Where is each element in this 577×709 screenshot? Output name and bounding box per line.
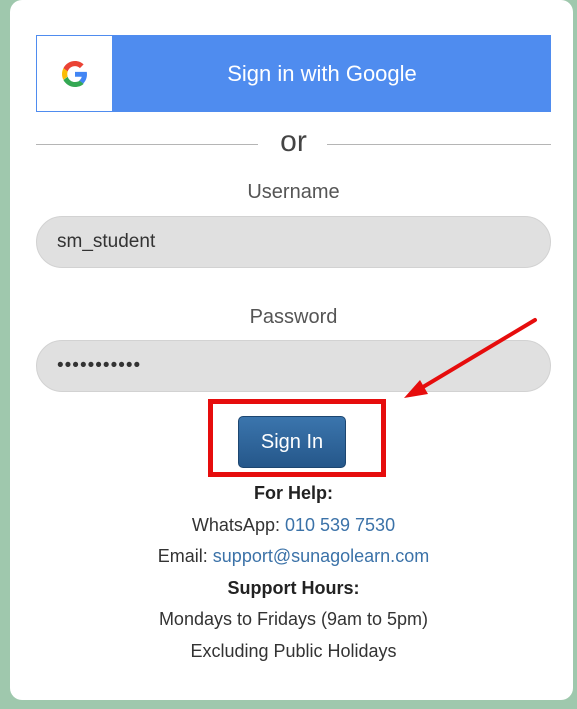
email-label: Email: [157, 546, 213, 566]
support-hours-text: Mondays to Fridays (9am to 5pm) [158, 609, 429, 629]
sign-in-button[interactable]: Sign In [238, 416, 346, 468]
email-link[interactable]: support@sunagolearn.com [213, 546, 429, 566]
google-icon-container [37, 36, 112, 111]
username-label: Username [247, 181, 340, 203]
whatsapp-line: WhatsApp: 010 539 7530 [36, 515, 551, 536]
username-input[interactable] [36, 216, 551, 268]
whatsapp-label: WhatsApp: [191, 515, 285, 535]
or-text: or [280, 125, 307, 158]
email-line: Email: support@sunagolearn.com [36, 546, 551, 567]
google-signin-button[interactable]: Sign in with Google [36, 35, 551, 112]
support-hours-heading: Support Hours: [227, 578, 360, 598]
whatsapp-link[interactable]: 010 539 7530 [285, 515, 395, 535]
annotation-arrow-icon [404, 318, 537, 398]
google-g-icon [61, 60, 87, 87]
google-signin-label: Sign in with Google [227, 60, 417, 86]
holiday-exclusion-text: Excluding Public Holidays [190, 641, 397, 661]
help-heading: For Help: [254, 483, 333, 503]
or-divider: or [36, 125, 551, 160]
